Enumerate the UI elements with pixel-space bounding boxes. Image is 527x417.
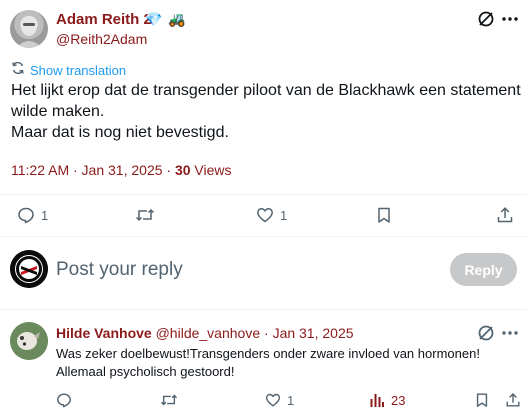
like-action[interactable]: 1 [265,392,294,408]
like-count: 1 [280,207,288,223]
share-action[interactable] [505,392,521,408]
share-action[interactable] [496,206,514,224]
tractor-icon: 🚜 [168,11,186,27]
reply-action[interactable] [56,392,78,408]
repost-icon [160,394,178,406]
bookmark-icon [476,393,488,407]
author-handle[interactable]: @Reith2Adam [56,31,147,47]
author-badges: 💎 🚜 [145,11,186,28]
divider [0,309,527,310]
reply-button[interactable]: Reply [450,253,517,286]
show-translation-link[interactable]: Show translation [11,61,127,80]
share-icon [506,392,520,407]
post-views-count: 30 [174,162,191,178]
post-text-line: Het lijkt erop dat de transgender piloot… [11,82,521,99]
current-user-avatar[interactable] [10,250,48,288]
heart-icon [257,208,273,223]
post-action-bar: 1 1 [17,205,517,225]
like-action[interactable]: 1 [256,206,287,224]
reply-author-avatar[interactable] [10,322,48,360]
author-avatar[interactable] [10,10,48,48]
more-options-icon[interactable] [500,323,520,343]
reply-text: Was zeker doelbewust!Transgenders onder … [56,345,521,381]
grok-icon[interactable] [476,9,496,29]
repost-action[interactable] [135,206,161,224]
reply-author-name[interactable]: Hilde Vanhove [56,325,152,341]
more-options-icon[interactable] [500,9,520,29]
divider [0,236,527,237]
repost-icon [135,208,155,222]
post-timestamp[interactable]: 11:22 AM · Jan 31, 2025 · [11,162,175,178]
heart-icon [265,393,281,407]
views-action[interactable]: 23 [369,392,405,408]
post-text-line: wilde maken. [11,103,105,120]
analytics-icon [370,394,384,407]
post-text: Het lijkt erop dat de transgender piloot… [11,80,521,143]
translate-icon [11,61,25,80]
diamond-icon: 💎 [145,11,163,27]
reply-count: 1 [41,207,49,223]
share-icon [497,207,513,223]
show-translation-label: Show translation [30,62,127,78]
reply-separator: · [260,325,273,341]
repost-action[interactable] [160,392,184,408]
reply-header: Hilde Vanhove @hilde_vanhove · Jan 31, 2… [56,325,354,341]
reply-text-line: Was zeker doelbewust!Transgenders onder … [56,346,480,361]
reply-author-handle[interactable]: @hilde_vanhove [156,325,261,341]
bookmark-icon [378,207,390,223]
reply-action[interactable]: 1 [17,206,48,224]
views-count: 23 [391,392,406,408]
reply-icon [57,393,71,408]
reply-date[interactable]: Jan 31, 2025 [273,325,354,341]
like-count: 1 [287,392,295,408]
bookmark-action[interactable] [474,392,490,408]
reply-icon [18,207,34,224]
reply-input[interactable]: Post your reply [56,259,183,281]
post-meta: 11:22 AM · Jan 31, 2025 · 30 Views [11,162,232,178]
reply-action-bar: 1 23 [56,391,521,409]
post-text-line: Maar dat is nog niet bevestigd. [11,124,229,141]
divider [0,194,527,195]
reply-text-line: Allemaal psycholisch gestoord! [56,364,235,379]
grok-icon[interactable] [476,323,496,343]
bookmark-action[interactable] [375,206,393,224]
post-views-label: Views [190,162,232,178]
author-name[interactable]: Adam Reith 2 [56,11,152,28]
